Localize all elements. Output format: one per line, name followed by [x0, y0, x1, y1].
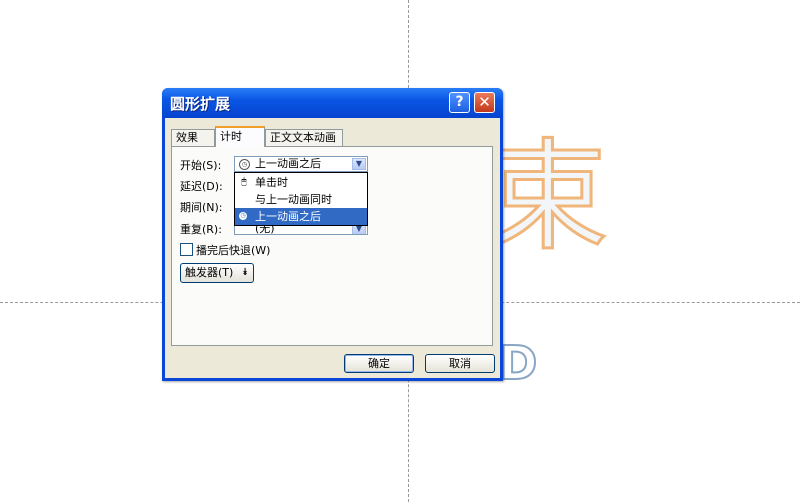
timing-panel: 开始(S): 延迟(D): 期间(N): 重复(R): ◷ 上一动画之后 ▼ (…	[171, 146, 493, 346]
option-on-click[interactable]: 🖱 单击时	[235, 174, 367, 191]
start-label: 开始(S):	[180, 159, 222, 172]
start-select[interactable]: ◷ 上一动画之后 ▼	[234, 156, 368, 172]
double-chevron-down-icon: ⯯	[242, 267, 248, 278]
trigger-label: 触发器(T)	[185, 266, 234, 279]
trigger-button[interactable]: 触发器(T) ⯯	[180, 263, 254, 283]
dialog-titlebar[interactable]: 圆形扩展 ? ✕	[162, 88, 503, 118]
option-with-previous[interactable]: 与上一动画同时	[235, 191, 367, 208]
option-after-previous[interactable]: ◷ 上一动画之后	[235, 208, 367, 225]
rewind-label: 播完后快退(W)	[196, 244, 271, 257]
start-select-value: 上一动画之后	[255, 157, 321, 170]
dialog-client-area: 效果 计时 正文文本动画 开始(S): 延迟(D): 期间(N): 重复(R):…	[165, 118, 500, 378]
slide-glyph-graphic: 束	[487, 128, 610, 267]
tab-timing[interactable]: 计时	[215, 126, 265, 147]
chevron-down-icon[interactable]: ▼	[352, 158, 366, 170]
help-button[interactable]: ?	[449, 92, 470, 113]
option-label: 上一动画之后	[255, 210, 321, 223]
start-dropdown-list: 🖱 单击时 与上一动画同时 ◷ 上一动画之后	[234, 172, 368, 226]
option-label: 与上一动画同时	[255, 193, 332, 206]
option-label: 单击时	[255, 176, 288, 189]
ok-button[interactable]: 确定	[344, 354, 414, 373]
tab-text-animation[interactable]: 正文文本动画	[265, 129, 343, 146]
cancel-button[interactable]: 取消	[425, 354, 495, 373]
clock-icon: ◷	[239, 159, 250, 170]
rewind-checkbox[interactable]	[180, 243, 193, 256]
effect-options-dialog: 圆形扩展 ? ✕ 效果 计时 正文文本动画 开始(S): 延迟(D): 期间(N…	[162, 88, 503, 381]
clock-icon: ◷	[239, 212, 247, 220]
mouse-icon: 🖱	[241, 177, 247, 187]
delay-label: 延迟(D):	[180, 180, 223, 193]
dialog-title: 圆形扩展	[170, 95, 231, 113]
tab-effects[interactable]: 效果	[171, 129, 215, 146]
repeat-label: 重复(R):	[180, 223, 222, 236]
close-button[interactable]: ✕	[474, 92, 495, 113]
period-label: 期间(N):	[180, 201, 223, 214]
